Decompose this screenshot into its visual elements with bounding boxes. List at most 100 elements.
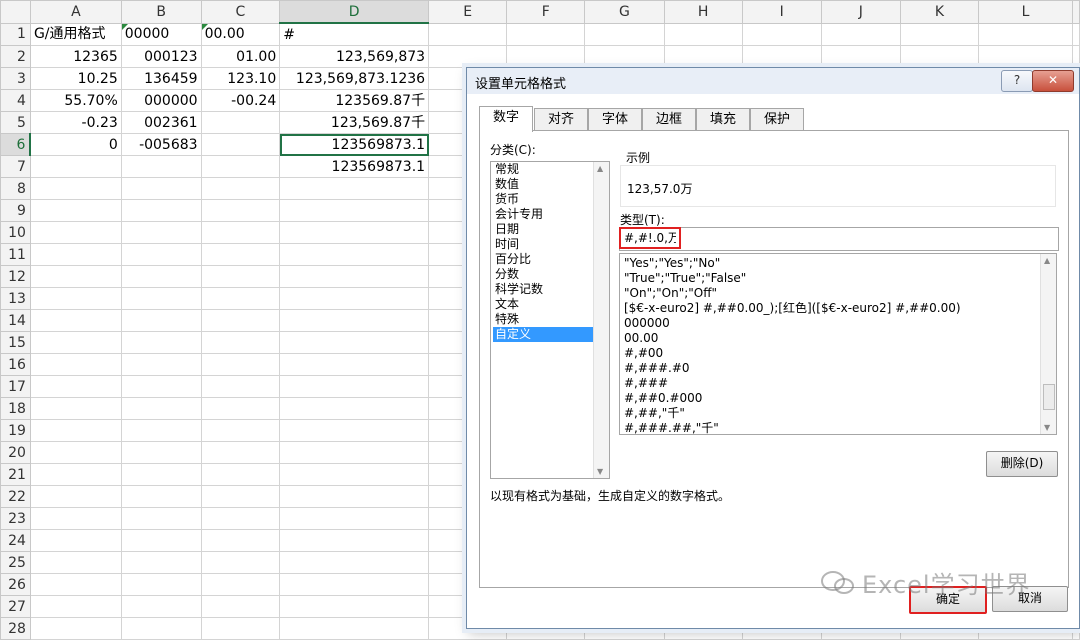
row-header[interactable]: 9: [0, 199, 31, 222]
cell[interactable]: [820, 22, 901, 46]
cell[interactable]: [120, 331, 202, 354]
cell[interactable]: [29, 287, 122, 310]
row-header[interactable]: 23: [0, 507, 31, 530]
cell[interactable]: -0.23: [29, 111, 122, 134]
row-header[interactable]: 25: [0, 551, 31, 574]
row-header[interactable]: 2: [0, 45, 31, 68]
cell[interactable]: [29, 155, 122, 178]
cell[interactable]: 000000: [120, 89, 202, 112]
scroll-thumb[interactable]: [1043, 384, 1055, 410]
cell[interactable]: [1072, 22, 1080, 46]
cell[interactable]: [200, 265, 281, 288]
column-header-k[interactable]: K: [899, 0, 980, 24]
cell[interactable]: [29, 331, 122, 354]
cell[interactable]: [200, 221, 281, 244]
format-item[interactable]: #,###.#0: [624, 361, 690, 376]
row-header[interactable]: 16: [0, 353, 31, 376]
cell[interactable]: [120, 243, 202, 266]
cell[interactable]: [200, 199, 281, 222]
help-button[interactable]: ?: [1001, 70, 1033, 92]
cell[interactable]: [200, 309, 281, 332]
row-header[interactable]: 7: [0, 155, 31, 178]
row-header[interactable]: 1: [0, 22, 31, 46]
format-item[interactable]: "Yes";"Yes";"No": [624, 256, 720, 271]
cell[interactable]: [200, 529, 281, 552]
tab-protection[interactable]: 保护: [750, 108, 804, 131]
cell[interactable]: [29, 441, 122, 464]
cell[interactable]: G/通用格式: [29, 22, 122, 46]
category-list[interactable]: 常规 数值 货币 会计专用 日期 时间 百分比 分数 科学记数 文本 特殊 自定…: [490, 161, 610, 479]
close-button[interactable]: ✕: [1032, 70, 1074, 92]
cell[interactable]: [200, 353, 281, 376]
cell[interactable]: [279, 441, 430, 464]
row-header[interactable]: 26: [0, 573, 31, 596]
cell[interactable]: [200, 507, 281, 530]
cell[interactable]: [200, 331, 281, 354]
cell[interactable]: [120, 441, 202, 464]
cell[interactable]: [200, 595, 281, 618]
row-header[interactable]: 20: [0, 441, 31, 464]
row-header[interactable]: 22: [0, 485, 31, 508]
cell[interactable]: [29, 353, 122, 376]
cell[interactable]: 002361: [120, 111, 202, 134]
cell[interactable]: [279, 573, 430, 596]
column-header-a[interactable]: A: [29, 0, 122, 24]
column-header-d[interactable]: D: [279, 0, 430, 24]
cell[interactable]: [279, 507, 430, 530]
cell[interactable]: [279, 595, 430, 618]
category-item-fraction[interactable]: 分数: [493, 267, 595, 282]
cell[interactable]: 00.00: [200, 22, 281, 46]
type-input[interactable]: [619, 227, 681, 249]
cell[interactable]: [279, 463, 430, 486]
format-item[interactable]: "On";"On";"Off": [624, 286, 717, 301]
cell[interactable]: [29, 419, 122, 442]
cell[interactable]: 01.00: [200, 45, 281, 68]
cell[interactable]: [584, 45, 665, 68]
cell[interactable]: [29, 397, 122, 420]
cell[interactable]: [279, 485, 430, 508]
column-header-g[interactable]: G: [584, 0, 665, 24]
cell[interactable]: [200, 485, 281, 508]
row-header[interactable]: 4: [0, 89, 31, 112]
cell[interactable]: [120, 463, 202, 486]
cell[interactable]: -005683: [120, 133, 202, 156]
cell[interactable]: [120, 419, 202, 442]
cell[interactable]: [506, 45, 586, 68]
cell[interactable]: [29, 463, 122, 486]
cell[interactable]: [663, 22, 743, 46]
row-header[interactable]: 18: [0, 397, 31, 420]
row-header[interactable]: 28: [0, 617, 31, 640]
row-header[interactable]: 8: [0, 177, 31, 200]
cell[interactable]: [29, 221, 122, 244]
category-item-text[interactable]: 文本: [493, 297, 595, 312]
cell[interactable]: 123569.87千: [279, 89, 430, 112]
cell[interactable]: #: [279, 22, 430, 46]
cell[interactable]: [120, 617, 202, 640]
cell[interactable]: [279, 243, 430, 266]
column-header-l[interactable]: L: [978, 0, 1073, 24]
category-item-special[interactable]: 特殊: [493, 312, 595, 327]
cell[interactable]: [200, 375, 281, 398]
column-header-f[interactable]: F: [506, 0, 586, 24]
category-item-custom[interactable]: 自定义: [493, 327, 595, 342]
cell[interactable]: [200, 419, 281, 442]
tab-fill[interactable]: 填充: [696, 108, 750, 131]
cell[interactable]: [978, 22, 1073, 46]
cell[interactable]: [1072, 45, 1080, 68]
cell[interactable]: [120, 221, 202, 244]
format-item[interactable]: 000000: [624, 316, 670, 331]
cell[interactable]: [120, 353, 202, 376]
format-code-list[interactable]: "Yes";"Yes";"No" "True";"True";"False" "…: [619, 253, 1057, 435]
cell[interactable]: [120, 595, 202, 618]
dialog-titlebar[interactable]: 设置单元格格式 ? ✕: [467, 68, 1079, 94]
cell[interactable]: 123569873.1: [279, 133, 430, 156]
cell[interactable]: [200, 287, 281, 310]
cell[interactable]: [428, 45, 508, 68]
scroll-down-icon[interactable]: ▼: [597, 467, 603, 476]
cell[interactable]: [279, 353, 430, 376]
cell[interactable]: [279, 617, 430, 640]
column-header-e[interactable]: E: [428, 0, 508, 24]
cell[interactable]: [29, 375, 122, 398]
format-item[interactable]: #,##0.#000: [624, 391, 702, 406]
cell[interactable]: [29, 617, 122, 640]
